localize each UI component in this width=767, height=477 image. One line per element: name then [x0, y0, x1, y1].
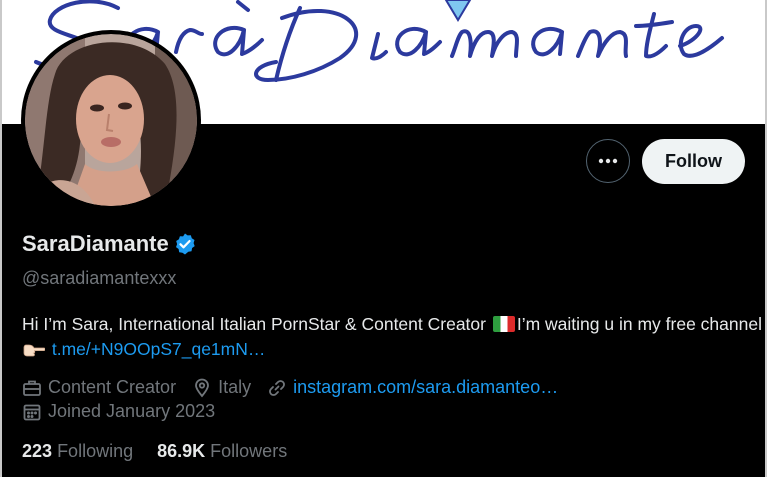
followers-label: Followers: [210, 441, 288, 461]
bio-telegram-link[interactable]: t.me/+N9OOpS7_qe1mN…: [52, 339, 266, 359]
meta-joined-text: Joined January 2023: [48, 401, 216, 421]
briefcase-icon: [22, 378, 42, 398]
more-options-button[interactable]: [586, 139, 630, 183]
joined-row: Joined January 2023: [22, 401, 231, 422]
profile-page: Follow SaraDiamante @saradiamantexxx Hi …: [0, 0, 767, 477]
meta-location: Italy: [192, 377, 251, 398]
calendar-icon: [22, 402, 42, 422]
meta-location-text: Italy: [218, 377, 252, 397]
more-horizontal-icon: [598, 158, 618, 164]
location-pin-icon: [192, 378, 212, 398]
link-icon: [267, 378, 287, 398]
italy-flag-icon: [492, 316, 515, 332]
profile-avatar[interactable]: [21, 30, 201, 210]
verified-badge-icon[interactable]: [173, 232, 197, 256]
profile-bio: Hi I’m Sara, International Italian PornS…: [22, 312, 762, 365]
profile-handle: @saradiamantexxx: [22, 268, 177, 288]
meta-category-text: Content Creator: [48, 377, 177, 397]
avatar-photo: [25, 34, 197, 206]
following-label: Following: [57, 441, 134, 461]
website-link[interactable]: instagram.com/sara.diamanteo…: [293, 377, 558, 398]
followers-stat[interactable]: 86.9K Followers: [157, 441, 287, 462]
meta-joined: Joined January 2023: [22, 401, 215, 422]
bio-text-1: Hi I’m Sara, International Italian PornS…: [22, 314, 486, 334]
meta-website[interactable]: instagram.com/sara.diamanteo…: [267, 377, 558, 398]
display-name-row: SaraDiamante: [22, 231, 197, 257]
following-stat[interactable]: 223 Following: [22, 441, 133, 462]
profile-stats: 223 Following 86.9K Followers: [22, 441, 311, 462]
following-count: 223: [22, 441, 53, 461]
meta-category: Content Creator: [22, 377, 176, 398]
display-name: SaraDiamante: [22, 231, 169, 256]
pointing-hand-icon: [23, 340, 46, 365]
window-frame-left: [0, 0, 2, 477]
bio-text-2: I’m waiting u in my free channel: [516, 314, 762, 334]
follow-button[interactable]: Follow: [642, 139, 745, 184]
followers-count: 86.9K: [157, 441, 206, 461]
profile-meta-row: Content Creator Italy instagram.com/sara…: [22, 377, 574, 398]
